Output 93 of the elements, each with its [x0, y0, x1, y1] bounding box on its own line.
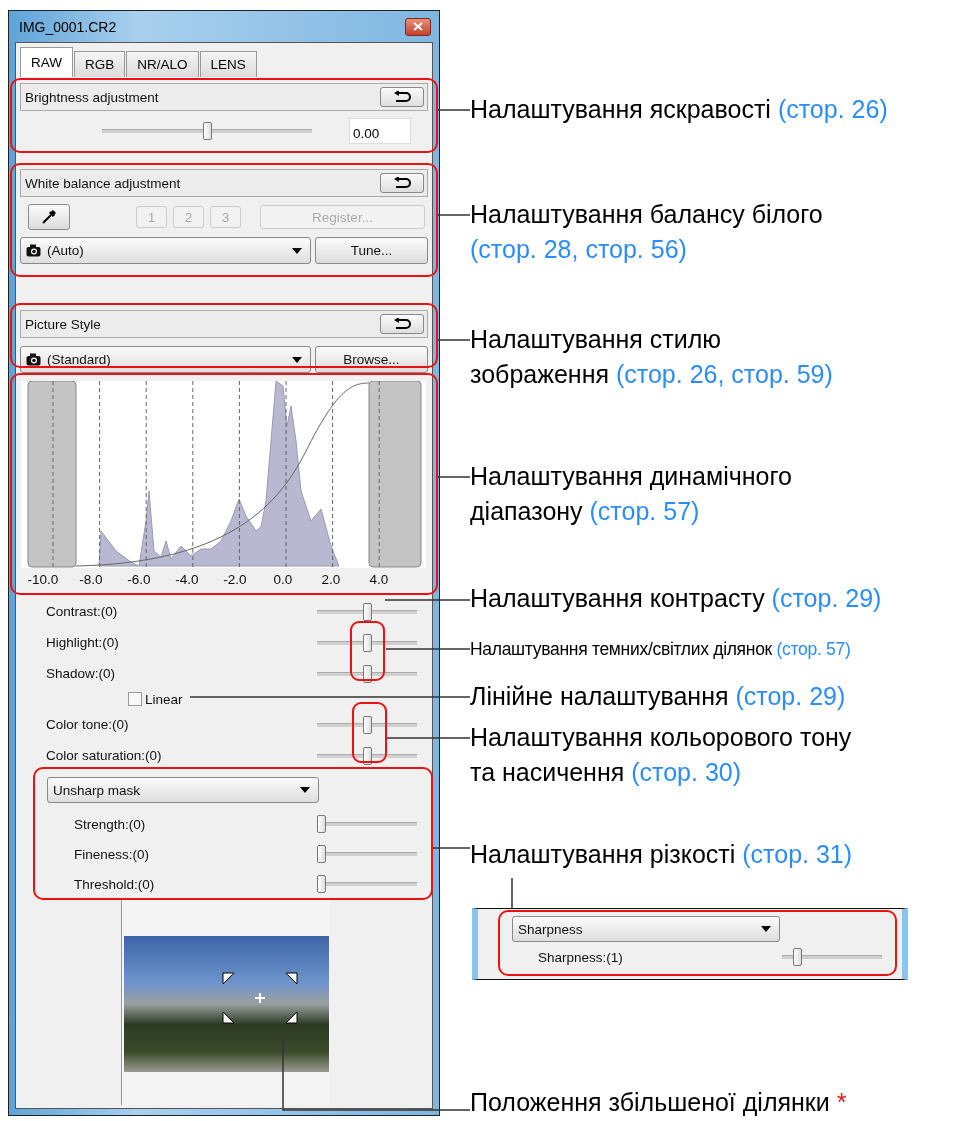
axis-label: -10.0 — [27, 572, 59, 587]
callout-text: Налаштування стилю зображення (стор. 26, стор. 59) — [470, 324, 834, 390]
slider-label: Color saturation:(0) — [46, 748, 162, 763]
eyedropper-button[interactable] — [28, 204, 70, 230]
section-title: Brightness adjustment — [25, 89, 159, 105]
leader-line — [437, 109, 471, 111]
axis-label: 2.0 — [321, 572, 341, 587]
tab[interactable]: LENS — [199, 51, 257, 77]
reset-button[interactable] — [380, 314, 424, 334]
caret-icon — [300, 787, 310, 793]
axis-label: 4.0 — [369, 572, 389, 587]
section-title: Picture Style — [25, 316, 101, 332]
callout-text: Налаштування балансу білого (стор. 28, стор. 56) — [470, 199, 824, 265]
axis-label: -6.0 — [127, 572, 151, 587]
page-link[interactable]: (стор. 26) — [777, 95, 888, 123]
leader-line — [511, 877, 513, 909]
camera-icon — [26, 244, 41, 257]
tab[interactable]: RAW — [20, 47, 73, 77]
value-field[interactable]: 0.00 — [349, 118, 411, 144]
slider-thumb[interactable] — [363, 746, 372, 765]
callout-text: Налаштування яскравості (стор. 26) — [470, 94, 889, 125]
slider-label: Threshold:(0) — [74, 876, 155, 892]
page-link[interactable]: (стор. 29) — [735, 682, 846, 710]
slider-label: Fineness:(0) — [74, 846, 150, 862]
slider-thumb[interactable] — [317, 845, 326, 863]
slider-label: Shadow:(0) — [46, 666, 116, 681]
page-link[interactable]: (стор. 57) — [776, 639, 851, 659]
slider-thumb[interactable] — [363, 602, 372, 621]
axis-label: -4.0 — [175, 572, 199, 587]
callout-text: Налаштування різкості (стор. 31) — [470, 839, 854, 870]
leader-line — [437, 476, 471, 478]
callout-text: Лінійне налаштування (стор. 29) — [470, 681, 847, 712]
section-title: White balance adjustment — [25, 175, 181, 191]
checkbox-label: Linear — [145, 691, 183, 707]
undo-icon — [392, 91, 412, 103]
axis-label: 0.0 — [273, 572, 293, 587]
axis-label: -2.0 — [223, 572, 247, 587]
slider-thumb[interactable] — [317, 815, 326, 833]
callout-text: Положення збільшеної ділянки * — [470, 1087, 848, 1118]
page-link[interactable]: (стор. 28, стор. 56) — [470, 235, 687, 263]
page-link[interactable]: (стор. 26, стор. 59) — [615, 360, 833, 388]
tab[interactable]: RGB — [74, 51, 126, 77]
slider-thumb[interactable] — [363, 715, 372, 734]
dropdown-value: Sharpness — [518, 921, 583, 937]
dropdown[interactable]: (Auto) — [20, 237, 311, 264]
slider-label: Color tone:(0) — [46, 717, 129, 732]
zoom-frame-icon — [222, 972, 298, 1024]
page-link[interactable]: (стор. 29) — [771, 584, 882, 612]
close-button[interactable] — [405, 17, 431, 36]
checkbox[interactable] — [128, 692, 142, 706]
dropdown[interactable]: Sharpness — [512, 916, 780, 942]
leader-line — [437, 339, 471, 341]
reset-button[interactable] — [380, 173, 424, 193]
callout-text: Налаштування динамічного діапазону (стор. 57) — [470, 461, 793, 527]
page-link[interactable]: (стор. 57) — [589, 497, 700, 525]
highlight-ring — [352, 702, 387, 763]
caret-icon — [761, 926, 771, 932]
close-icon — [413, 22, 423, 31]
slider-label: Strength:(0) — [74, 816, 146, 832]
slider-thumb[interactable] — [363, 664, 372, 683]
undo-icon — [392, 177, 412, 189]
tab[interactable]: NR/ALO — [126, 51, 199, 77]
browse-button[interactable]: Browse... — [314, 346, 428, 373]
leader-line — [437, 214, 471, 216]
axis-label: -8.0 — [79, 572, 103, 587]
dropdown-value: (Auto) — [47, 243, 84, 258]
slider-thumb[interactable] — [203, 122, 212, 140]
callout-text: Налаштування контрасту (стор. 29) — [470, 583, 883, 614]
slider-thumb[interactable] — [793, 948, 803, 966]
dropdown-value: (Standard) — [47, 352, 111, 367]
leader-line — [432, 847, 471, 849]
footnote-mark: * — [836, 1088, 847, 1116]
eyedropper-icon — [41, 209, 57, 225]
slider-label: Contrast:(0) — [46, 604, 118, 619]
camera-icon — [26, 353, 41, 366]
slider-label: Highlight:(0) — [46, 635, 119, 650]
callout-text: Налаштування темних/світлих ділянок (стор. 57) — [470, 638, 852, 661]
slider-thumb[interactable] — [317, 875, 326, 893]
undo-icon — [392, 318, 412, 330]
dropdown-value: Unsharp mask — [53, 782, 141, 798]
callout-text: Налаштування кольорового тону та насичення (стор. 30) — [470, 722, 853, 788]
dropdown[interactable]: (Standard) — [20, 346, 311, 373]
slider-thumb[interactable] — [363, 633, 372, 652]
dropdown[interactable]: Unsharp mask — [47, 777, 319, 803]
caret-icon — [291, 247, 302, 254]
slider-label: Sharpness:(1) — [538, 949, 623, 965]
reset-button[interactable] — [380, 87, 424, 107]
tune-button[interactable]: Tune... — [314, 237, 428, 264]
caret-icon — [291, 356, 302, 363]
window-title: IMG_0001.CR2 — [19, 18, 117, 35]
page-link[interactable]: (стор. 31) — [742, 840, 853, 868]
highlight-ring — [350, 621, 385, 681]
page-link[interactable]: (стор. 30) — [631, 758, 742, 786]
